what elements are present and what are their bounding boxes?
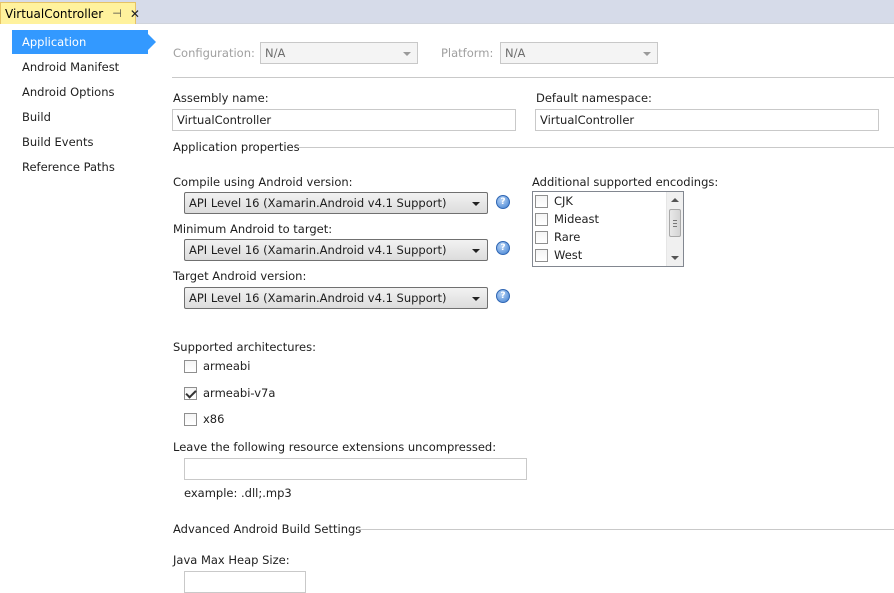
encoding-checkbox-mideast[interactable] xyxy=(535,212,548,226)
chevron-down-icon xyxy=(643,52,651,56)
target-android-value: API Level 16 (Xamarin.Android v4.1 Suppo… xyxy=(189,291,447,305)
document-tab[interactable]: VirtualController ⊣ ✕ xyxy=(0,2,140,24)
encoding-checkbox-west[interactable] xyxy=(535,248,548,262)
chevron-down-icon xyxy=(472,249,480,253)
compile-version-label: Compile using Android version: xyxy=(173,175,353,189)
minimum-android-label: Minimum Android to target: xyxy=(173,222,333,236)
grip-line xyxy=(673,226,677,227)
encoding-label: Rare xyxy=(554,230,581,244)
scroll-down-icon[interactable] xyxy=(671,256,679,260)
architecture-checkbox[interactable] xyxy=(184,412,197,426)
uncompressed-extensions-input[interactable] xyxy=(184,458,527,480)
platform-dropdown: N/A xyxy=(500,42,658,64)
vertical-scrollbar[interactable] xyxy=(666,192,683,266)
architecture-label: x86 xyxy=(203,412,225,426)
target-android-label: Target Android version: xyxy=(173,269,307,283)
document-tab-strip: VirtualController ⊣ ✕ xyxy=(0,0,894,24)
target-android-dropdown[interactable]: API Level 16 (Xamarin.Android v4.1 Suppo… xyxy=(184,287,488,309)
grip-line xyxy=(673,220,677,221)
pin-icon[interactable]: ⊣ xyxy=(112,7,122,20)
sidebar-item-build-events[interactable]: Build Events xyxy=(12,130,148,154)
sidebar-item-label: Android Options xyxy=(22,85,115,99)
minimum-android-value: API Level 16 (Xamarin.Android v4.1 Suppo… xyxy=(189,243,447,257)
sidebar-item-reference-paths[interactable]: Reference Paths xyxy=(12,155,148,179)
architecture-option-armeabi-v7a[interactable]: armeabi-v7a xyxy=(184,384,275,402)
assembly-name-input[interactable]: VirtualController xyxy=(172,109,516,131)
sidebar-item-application[interactable]: Application xyxy=(12,30,156,54)
sidebar-item-build[interactable]: Build xyxy=(12,105,148,129)
help-icon[interactable]: ? xyxy=(496,241,510,255)
sidebar-item-android-manifest[interactable]: Android Manifest xyxy=(12,55,148,79)
architecture-checkbox[interactable] xyxy=(184,359,197,373)
platform-value: N/A xyxy=(505,46,526,60)
help-icon[interactable]: ? xyxy=(496,289,510,303)
list-item[interactable]: West xyxy=(535,246,582,264)
sidebar-item-label: Reference Paths xyxy=(22,160,115,174)
encoding-label: West xyxy=(554,248,583,262)
list-item[interactable]: Rare xyxy=(535,228,580,246)
help-icon[interactable]: ? xyxy=(496,195,510,209)
list-item[interactable]: CJK xyxy=(535,192,573,210)
encoding-label: CJK xyxy=(554,194,573,208)
java-heap-size-input[interactable] xyxy=(184,571,306,593)
architecture-option-x86[interactable]: x86 xyxy=(184,410,224,428)
section-divider xyxy=(299,147,894,148)
configuration-dropdown: N/A xyxy=(260,42,418,64)
minimum-android-dropdown[interactable]: API Level 16 (Xamarin.Android v4.1 Suppo… xyxy=(184,239,488,261)
platform-label: Platform: xyxy=(441,46,494,60)
document-tab-title: VirtualController xyxy=(5,6,104,21)
configuration-label: Configuration: xyxy=(173,46,255,60)
list-item[interactable]: Mideast xyxy=(535,210,599,228)
architecture-label: armeabi-v7a xyxy=(203,386,276,400)
chevron-down-icon xyxy=(403,52,411,56)
architecture-label: armeabi xyxy=(203,359,251,373)
example-hint: example: .dll;.mp3 xyxy=(184,486,292,500)
sidebar-item-label: Build xyxy=(22,110,51,124)
grip-line xyxy=(673,223,677,224)
java-heap-size-label: Java Max Heap Size: xyxy=(173,553,290,567)
properties-sidebar: Application Android Manifest Android Opt… xyxy=(0,24,158,585)
default-namespace-label: Default namespace: xyxy=(536,91,652,105)
sidebar-item-label: Application xyxy=(22,35,87,49)
uncompressed-extensions-label: Leave the following resource extensions … xyxy=(173,440,497,454)
architecture-option-armeabi[interactable]: armeabi xyxy=(184,357,250,375)
advanced-settings-heading: Advanced Android Build Settings xyxy=(173,522,362,536)
application-properties-heading: Application properties xyxy=(173,140,300,154)
configuration-value: N/A xyxy=(265,46,286,60)
encodings-label: Additional supported encodings: xyxy=(532,175,719,189)
sidebar-item-label: Build Events xyxy=(22,135,94,149)
chevron-down-icon xyxy=(472,297,480,301)
encoding-checkbox-cjk[interactable] xyxy=(535,194,548,208)
sidebar-item-label: Android Manifest xyxy=(22,60,120,74)
compile-version-value: API Level 16 (Xamarin.Android v4.1 Suppo… xyxy=(189,196,447,210)
sidebar-item-android-options[interactable]: Android Options xyxy=(12,80,148,104)
encoding-checkbox-rare[interactable] xyxy=(535,230,548,244)
section-divider xyxy=(357,529,894,530)
architectures-label: Supported architectures: xyxy=(173,340,316,354)
compile-version-dropdown[interactable]: API Level 16 (Xamarin.Android v4.1 Suppo… xyxy=(184,192,488,214)
close-icon[interactable]: ✕ xyxy=(130,7,140,21)
encodings-listbox[interactable]: CJK Mideast Rare West xyxy=(532,191,684,267)
scrollbar-thumb[interactable] xyxy=(669,209,681,237)
selection-arrow-icon xyxy=(148,34,156,50)
architecture-checkbox[interactable] xyxy=(184,386,197,400)
default-namespace-input[interactable]: VirtualController xyxy=(535,109,879,131)
encoding-label: Mideast xyxy=(554,212,600,226)
scroll-up-icon[interactable] xyxy=(671,198,679,202)
chevron-down-icon xyxy=(472,202,480,206)
assembly-name-label: Assembly name: xyxy=(173,91,269,105)
divider xyxy=(172,77,894,78)
